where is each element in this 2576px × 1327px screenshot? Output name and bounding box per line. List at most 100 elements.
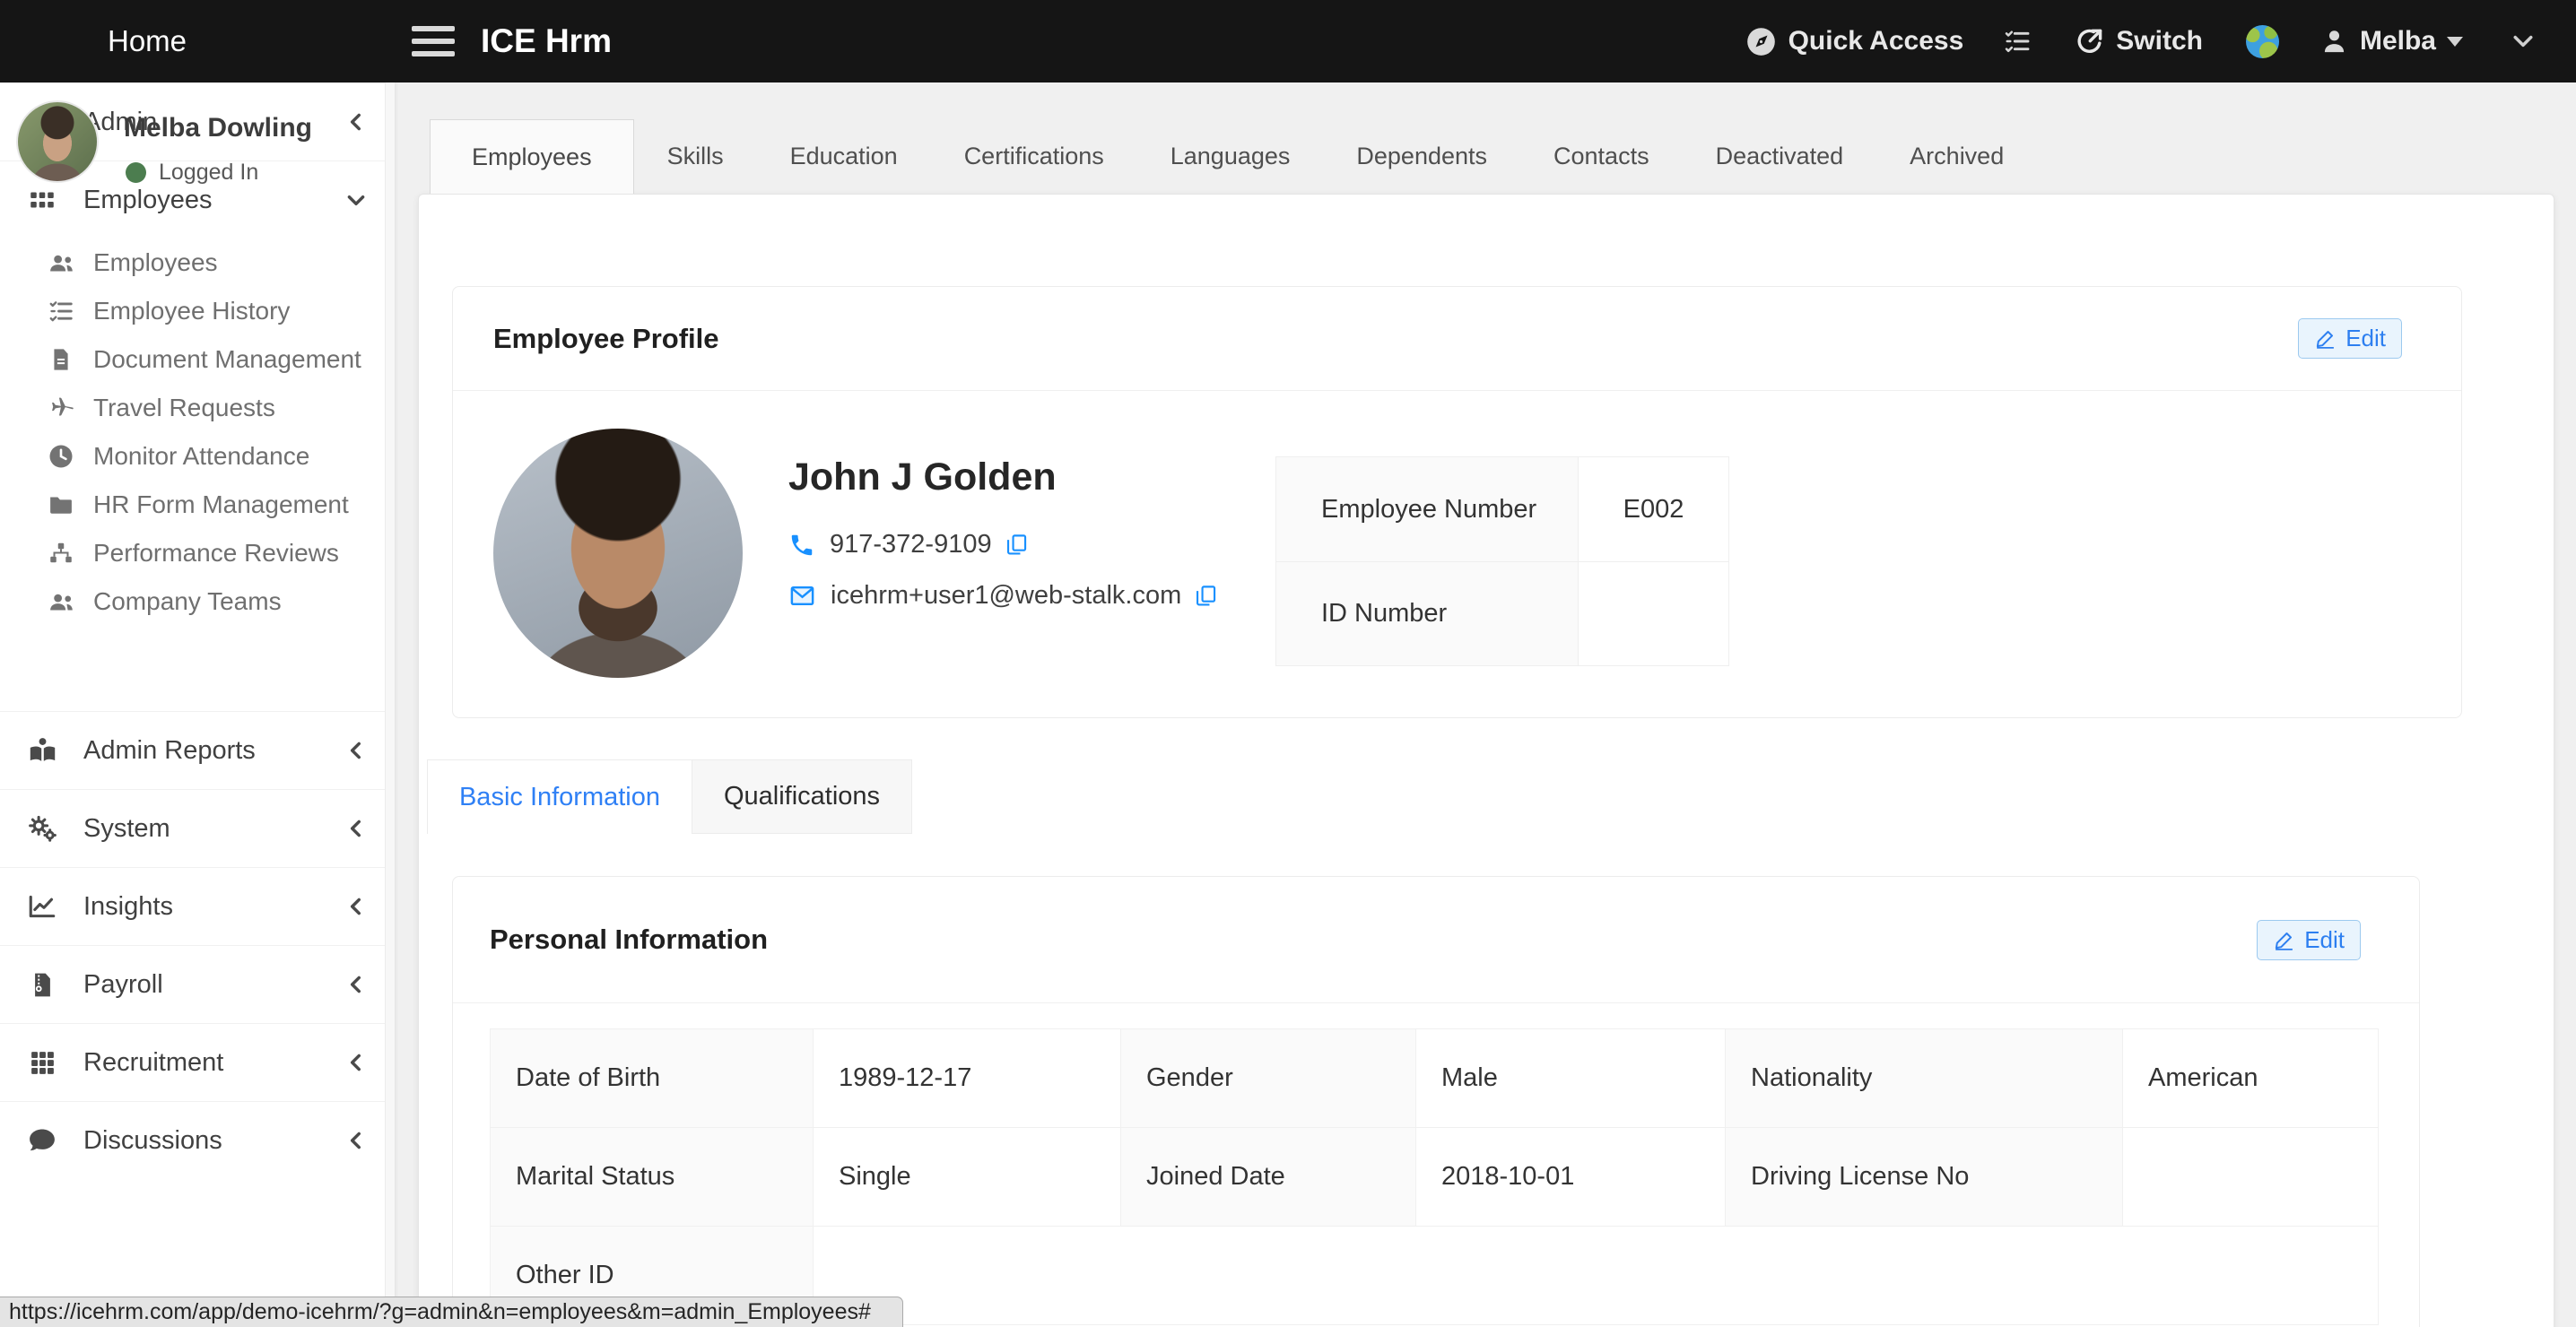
tasks-button[interactable]: [2003, 27, 2032, 56]
employee-email: icehrm+user1@web-stalk.com: [831, 581, 1181, 611]
copy-phone-icon[interactable]: [1005, 533, 1029, 557]
person-icon: [2320, 28, 2348, 56]
edit-pencil-icon: [2273, 929, 2295, 951]
employee-id-table: Employee Number E002 ID Number: [1275, 456, 1729, 666]
gender-value: Male: [1416, 1029, 1726, 1128]
submenu-item-hr-form-management[interactable]: HR Form Management: [0, 481, 395, 529]
employee-profile-title: Employee Profile: [493, 323, 2298, 355]
submenu-item-company-teams[interactable]: Company Teams: [0, 577, 395, 626]
file-icon: [45, 347, 77, 372]
plane-icon: [45, 395, 77, 422]
mail-icon: [788, 582, 816, 610]
personal-information-card: Personal Information Edit Date of Birth …: [452, 876, 2420, 1327]
sidebar-item-discussions[interactable]: Discussions: [0, 1101, 395, 1179]
tab-basic-information[interactable]: Basic Information: [427, 759, 692, 834]
switch-button[interactable]: Switch: [2075, 26, 2203, 56]
compass-icon: [1745, 26, 1777, 57]
submenu-item-employees[interactable]: Employees: [0, 239, 395, 287]
clock-icon: [45, 443, 77, 470]
user-full-name: Melba Dowling: [124, 113, 312, 143]
chevron-left-icon: [344, 817, 368, 840]
payroll-file-icon: [24, 971, 60, 999]
chevron-left-icon: [344, 1129, 368, 1152]
tab-archived[interactable]: Archived: [1876, 119, 2037, 194]
sidebar-item-payroll[interactable]: Payroll: [0, 945, 395, 1023]
sidebar: Melba Dowling Logged In Admin Employees: [0, 82, 395, 1327]
folder-icon: [45, 491, 77, 518]
driving-license-value: [2123, 1128, 2379, 1227]
id-number-value: [1579, 562, 1728, 665]
user-name: Melba: [2360, 26, 2436, 56]
chevron-left-icon: [344, 973, 368, 996]
sidebar-scrollbar[interactable]: [385, 82, 395, 1327]
topbar-chevron-down-icon[interactable]: [2510, 28, 2537, 55]
sidebar-item-admin-reports[interactable]: Admin Reports: [0, 711, 395, 789]
quick-access-button[interactable]: Quick Access: [1745, 26, 1964, 57]
phone-icon: [788, 532, 815, 559]
tab-certifications[interactable]: Certifications: [931, 119, 1137, 194]
chevron-left-icon: [344, 895, 368, 918]
nationality-value: American: [2123, 1029, 2379, 1128]
edit-pencil-icon: [2314, 327, 2337, 350]
top-bar: Home ICE Hrm Quick Access Switch: [0, 0, 2576, 82]
chevron-left-icon: [344, 1051, 368, 1074]
user-avatar[interactable]: [16, 100, 99, 183]
app-title: ICE Hrm: [481, 0, 612, 82]
table-row: Employee Number E002: [1276, 457, 1728, 561]
sidebar-item-insights[interactable]: Insights: [0, 867, 395, 945]
marital-status-value: Single: [814, 1128, 1121, 1227]
tab-deactivated[interactable]: Deactivated: [1683, 119, 1877, 194]
copy-email-icon[interactable]: [1194, 584, 1218, 608]
date-of-birth-value: 1989-12-17: [814, 1029, 1121, 1128]
tab-languages[interactable]: Languages: [1137, 119, 1324, 194]
submenu-item-monitor-attendance[interactable]: Monitor Attendance: [0, 432, 395, 481]
main-content: Employees Skills Education Certification…: [395, 82, 2576, 1327]
joined-date-value: 2018-10-01: [1416, 1128, 1726, 1227]
sidebar-item-system[interactable]: System: [0, 789, 395, 867]
employee-name: John J Golden: [788, 455, 1218, 499]
submenu-item-performance-reviews[interactable]: Performance Reviews: [0, 529, 395, 577]
tab-employees[interactable]: Employees: [430, 119, 634, 194]
logged-in-status-dot: [126, 162, 146, 183]
comment-icon: [24, 1125, 60, 1156]
employees-submenu: Employees Employee History Document Mana…: [0, 239, 395, 711]
sitemap-icon: [45, 540, 77, 567]
tab-dependents[interactable]: Dependents: [1323, 119, 1520, 194]
sidebar-user-card: Melba Dowling Logged In: [0, 82, 395, 208]
book-reader-icon: [24, 735, 60, 767]
tab-contacts[interactable]: Contacts: [1520, 119, 1683, 194]
personal-information-table: Date of Birth 1989-12-17 Gender Male Nat…: [490, 1028, 2379, 1325]
tab-skills[interactable]: Skills: [634, 119, 757, 194]
content-panel: Employee Profile Edit John J Golden: [418, 194, 2554, 1327]
employee-email-row: icehrm+user1@web-stalk.com: [788, 581, 1218, 611]
employee-number-value: E002: [1579, 457, 1728, 561]
tasks-checklist-icon: [2003, 27, 2032, 56]
chart-line-icon: [24, 891, 60, 922]
module-tab-bar: Employees Skills Education Certification…: [430, 119, 2037, 194]
users-icon: [45, 588, 77, 616]
submenu-item-travel-requests[interactable]: Travel Requests: [0, 384, 395, 432]
status-bar-url: https://icehrm.com/app/demo-icehrm/?g=ad…: [0, 1297, 903, 1327]
employee-phone: 917-372-9109: [830, 530, 992, 559]
detail-tab-bar: Basic Information Qualifications: [427, 759, 912, 834]
checklist-icon: [45, 298, 77, 325]
employee-photo: [493, 429, 743, 678]
language-globe-icon[interactable]: [2246, 25, 2279, 58]
submenu-item-document-management[interactable]: Document Management: [0, 335, 395, 384]
personal-information-title: Personal Information: [490, 924, 2257, 956]
logged-in-label: Logged In: [159, 160, 258, 186]
employee-phone-row: 917-372-9109: [788, 530, 1218, 559]
tab-qualifications[interactable]: Qualifications: [692, 759, 912, 834]
table-row: ID Number: [1276, 561, 1728, 665]
table-row: Marital Status Single Joined Date 2018-1…: [491, 1128, 2379, 1227]
table-row: Date of Birth 1989-12-17 Gender Male Nat…: [491, 1029, 2379, 1128]
tab-education[interactable]: Education: [757, 119, 931, 194]
employee-profile-edit-button[interactable]: Edit: [2298, 318, 2402, 359]
home-link[interactable]: Home: [108, 0, 187, 82]
hamburger-menu-icon[interactable]: [412, 26, 455, 56]
submenu-item-employee-history[interactable]: Employee History: [0, 287, 395, 335]
user-menu[interactable]: Melba: [2320, 26, 2463, 56]
personal-information-edit-button[interactable]: Edit: [2257, 920, 2361, 960]
sidebar-item-recruitment[interactable]: Recruitment: [0, 1023, 395, 1101]
chevron-left-icon: [344, 739, 368, 762]
